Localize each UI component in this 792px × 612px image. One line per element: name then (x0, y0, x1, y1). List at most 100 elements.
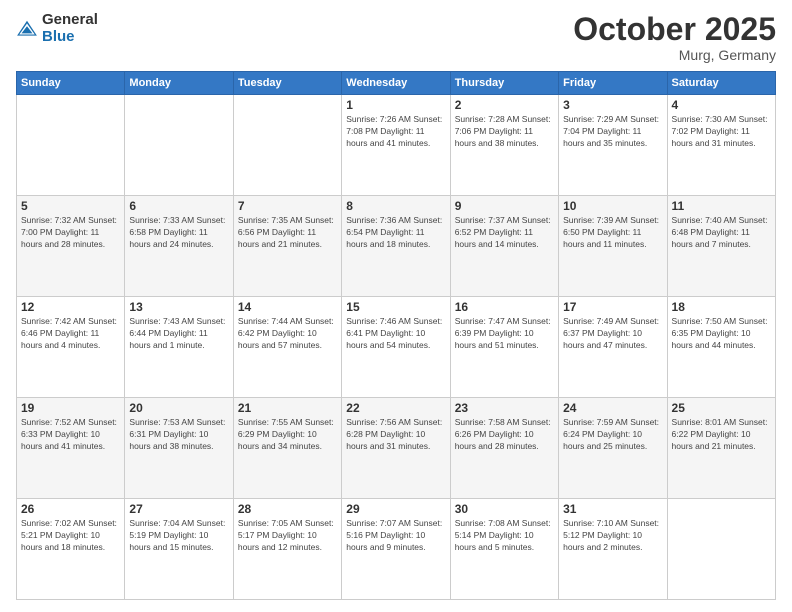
day-number-30: 30 (455, 502, 554, 516)
day-info-27: Sunrise: 7:04 AM Sunset: 5:19 PM Dayligh… (129, 518, 228, 554)
cell-1-1: 6Sunrise: 7:33 AM Sunset: 6:58 PM Daylig… (125, 196, 233, 297)
cell-3-3: 22Sunrise: 7:56 AM Sunset: 6:28 PM Dayli… (342, 398, 450, 499)
header-monday: Monday (125, 72, 233, 95)
cell-2-4: 16 Sunrise: 7:47 AM Sunset: 6:39 PM Dayli… (450, 297, 558, 398)
title-section: October 2025 Murg, Germany (573, 12, 776, 63)
cell-2-3: 15 Sunrise: 7:46 AM Sunset: 6:41 PM Dayli… (342, 297, 450, 398)
day-number-11: 11 (672, 199, 771, 213)
cell-3-4: 23 Sunrise: 7:58 AM Sunset: 6:26 PM Dayli… (450, 398, 558, 499)
day-info-15: Sunrise: 7:46 AM Sunset: 6:41 PM Dayligh… (346, 316, 445, 352)
day-info-10: Sunrise: 7:39 AM Sunset: 6:50 PM Dayligh… (563, 215, 662, 251)
cell-3-2: 21 Sunrise: 7:55 AM Sunset: 6:29 PM Dayli… (233, 398, 341, 499)
day-info-8: Sunrise: 7:36 AM Sunset: 6:54 PM Dayligh… (346, 215, 445, 251)
page: General Blue October 2025 Murg, Germany … (0, 0, 792, 612)
day-info-30: Sunrise: 7:08 AM Sunset: 5:14 PM Dayligh… (455, 518, 554, 554)
logo-text: General Blue (42, 12, 98, 45)
cell-0-6: 4Sunrise: 7:30 AM Sunset: 7:02 PM Daylig… (667, 95, 775, 196)
day-number-1: 1 (346, 98, 445, 112)
cell-2-6: 18 Sunrise: 7:50 AM Sunset: 6:35 PM Dayli… (667, 297, 775, 398)
day-number-18: 18 (672, 300, 771, 314)
day-number-16: 16 (455, 300, 554, 314)
header-friday: Friday (559, 72, 667, 95)
cell-3-0: 19 Sunrise: 7:52 AM Sunset: 6:33 PM Dayli… (17, 398, 125, 499)
day-info-13: Sunrise: 7:43 AM Sunset: 6:44 PM Dayligh… (129, 316, 228, 352)
day-info-1: Sunrise: 7:26 AM Sunset: 7:08 PM Dayligh… (346, 114, 445, 150)
month-title: October 2025 (573, 12, 776, 47)
day-info-19: Sunrise: 7:52 AM Sunset: 6:33 PM Dayligh… (21, 417, 120, 453)
day-number-28: 28 (238, 502, 337, 516)
day-info-14: Sunrise: 7:44 AM Sunset: 6:42 PM Dayligh… (238, 316, 337, 352)
day-info-25: Sunrise: 8:01 AM Sunset: 6:22 PM Dayligh… (672, 417, 771, 453)
day-number-5: 5 (21, 199, 120, 213)
day-info-24: Sunrise: 7:59 AM Sunset: 6:24 PM Dayligh… (563, 417, 662, 453)
cell-4-1: 27 Sunrise: 7:04 AM Sunset: 5:19 PM Dayli… (125, 499, 233, 600)
week-row-3: 19 Sunrise: 7:52 AM Sunset: 6:33 PM Dayli… (17, 398, 776, 499)
day-number-20: 20 (129, 401, 228, 415)
day-info-9: Sunrise: 7:37 AM Sunset: 6:52 PM Dayligh… (455, 215, 554, 251)
calendar: Sunday Monday Tuesday Wednesday Thursday… (16, 71, 776, 600)
day-number-10: 10 (563, 199, 662, 213)
cell-0-2 (233, 95, 341, 196)
cell-0-3: 1 Sunrise: 7:26 AM Sunset: 7:08 PM Daylig… (342, 95, 450, 196)
cell-1-0: 5 Sunrise: 7:32 AM Sunset: 7:00 PM Daylig… (17, 196, 125, 297)
day-number-25: 25 (672, 401, 771, 415)
cell-0-1 (125, 95, 233, 196)
day-info-5: Sunrise: 7:32 AM Sunset: 7:00 PM Dayligh… (21, 215, 120, 251)
day-number-27: 27 (129, 502, 228, 516)
header-thursday: Thursday (450, 72, 558, 95)
day-number-9: 9 (455, 199, 554, 213)
header-saturday: Saturday (667, 72, 775, 95)
day-info-28: Sunrise: 7:05 AM Sunset: 5:17 PM Dayligh… (238, 518, 337, 554)
day-number-24: 24 (563, 401, 662, 415)
week-row-4: 26 Sunrise: 7:02 AM Sunset: 5:21 PM Dayli… (17, 499, 776, 600)
cell-0-5: 3 Sunrise: 7:29 AM Sunset: 7:04 PM Daylig… (559, 95, 667, 196)
cell-4-6 (667, 499, 775, 600)
cell-3-5: 24 Sunrise: 7:59 AM Sunset: 6:24 PM Dayli… (559, 398, 667, 499)
cell-2-0: 12Sunrise: 7:42 AM Sunset: 6:46 PM Dayli… (17, 297, 125, 398)
logo-icon (16, 18, 38, 40)
day-info-23: Sunrise: 7:58 AM Sunset: 6:26 PM Dayligh… (455, 417, 554, 453)
cell-4-2: 28 Sunrise: 7:05 AM Sunset: 5:17 PM Dayli… (233, 499, 341, 600)
cell-3-6: 25 Sunrise: 8:01 AM Sunset: 6:22 PM Dayli… (667, 398, 775, 499)
week-row-1: 5 Sunrise: 7:32 AM Sunset: 7:00 PM Daylig… (17, 196, 776, 297)
cell-4-5: 31Sunrise: 7:10 AM Sunset: 5:12 PM Dayli… (559, 499, 667, 600)
day-info-17: Sunrise: 7:49 AM Sunset: 6:37 PM Dayligh… (563, 316, 662, 352)
cell-2-1: 13 Sunrise: 7:43 AM Sunset: 6:44 PM Dayli… (125, 297, 233, 398)
day-info-16: Sunrise: 7:47 AM Sunset: 6:39 PM Dayligh… (455, 316, 554, 352)
day-number-3: 3 (563, 98, 662, 112)
day-info-12: Sunrise: 7:42 AM Sunset: 6:46 PM Dayligh… (21, 316, 120, 352)
day-number-15: 15 (346, 300, 445, 314)
day-number-19: 19 (21, 401, 120, 415)
day-number-21: 21 (238, 401, 337, 415)
day-info-29: Sunrise: 7:07 AM Sunset: 5:16 PM Dayligh… (346, 518, 445, 554)
day-number-7: 7 (238, 199, 337, 213)
day-info-4: Sunrise: 7:30 AM Sunset: 7:02 PM Dayligh… (672, 114, 771, 150)
header: General Blue October 2025 Murg, Germany (16, 12, 776, 63)
day-info-3: Sunrise: 7:29 AM Sunset: 7:04 PM Dayligh… (563, 114, 662, 150)
day-number-29: 29 (346, 502, 445, 516)
cell-4-0: 26 Sunrise: 7:02 AM Sunset: 5:21 PM Dayli… (17, 499, 125, 600)
day-info-21: Sunrise: 7:55 AM Sunset: 6:29 PM Dayligh… (238, 417, 337, 453)
day-number-14: 14 (238, 300, 337, 314)
cell-1-4: 9 Sunrise: 7:37 AM Sunset: 6:52 PM Daylig… (450, 196, 558, 297)
day-info-26: Sunrise: 7:02 AM Sunset: 5:21 PM Dayligh… (21, 518, 120, 554)
cell-2-5: 17 Sunrise: 7:49 AM Sunset: 6:37 PM Dayli… (559, 297, 667, 398)
day-number-23: 23 (455, 401, 554, 415)
week-row-0: 1 Sunrise: 7:26 AM Sunset: 7:08 PM Daylig… (17, 95, 776, 196)
cell-4-3: 29 Sunrise: 7:07 AM Sunset: 5:16 PM Dayli… (342, 499, 450, 600)
day-number-13: 13 (129, 300, 228, 314)
week-row-2: 12Sunrise: 7:42 AM Sunset: 6:46 PM Dayli… (17, 297, 776, 398)
cell-1-6: 11Sunrise: 7:40 AM Sunset: 6:48 PM Dayli… (667, 196, 775, 297)
day-number-31: 31 (563, 502, 662, 516)
day-info-18: Sunrise: 7:50 AM Sunset: 6:35 PM Dayligh… (672, 316, 771, 352)
cell-1-2: 7Sunrise: 7:35 AM Sunset: 6:56 PM Daylig… (233, 196, 341, 297)
header-wednesday: Wednesday (342, 72, 450, 95)
header-sunday: Sunday (17, 72, 125, 95)
day-info-20: Sunrise: 7:53 AM Sunset: 6:31 PM Dayligh… (129, 417, 228, 453)
header-tuesday: Tuesday (233, 72, 341, 95)
day-number-17: 17 (563, 300, 662, 314)
day-number-22: 22 (346, 401, 445, 415)
day-number-26: 26 (21, 502, 120, 516)
cell-0-0 (17, 95, 125, 196)
logo-general: General (42, 12, 98, 29)
